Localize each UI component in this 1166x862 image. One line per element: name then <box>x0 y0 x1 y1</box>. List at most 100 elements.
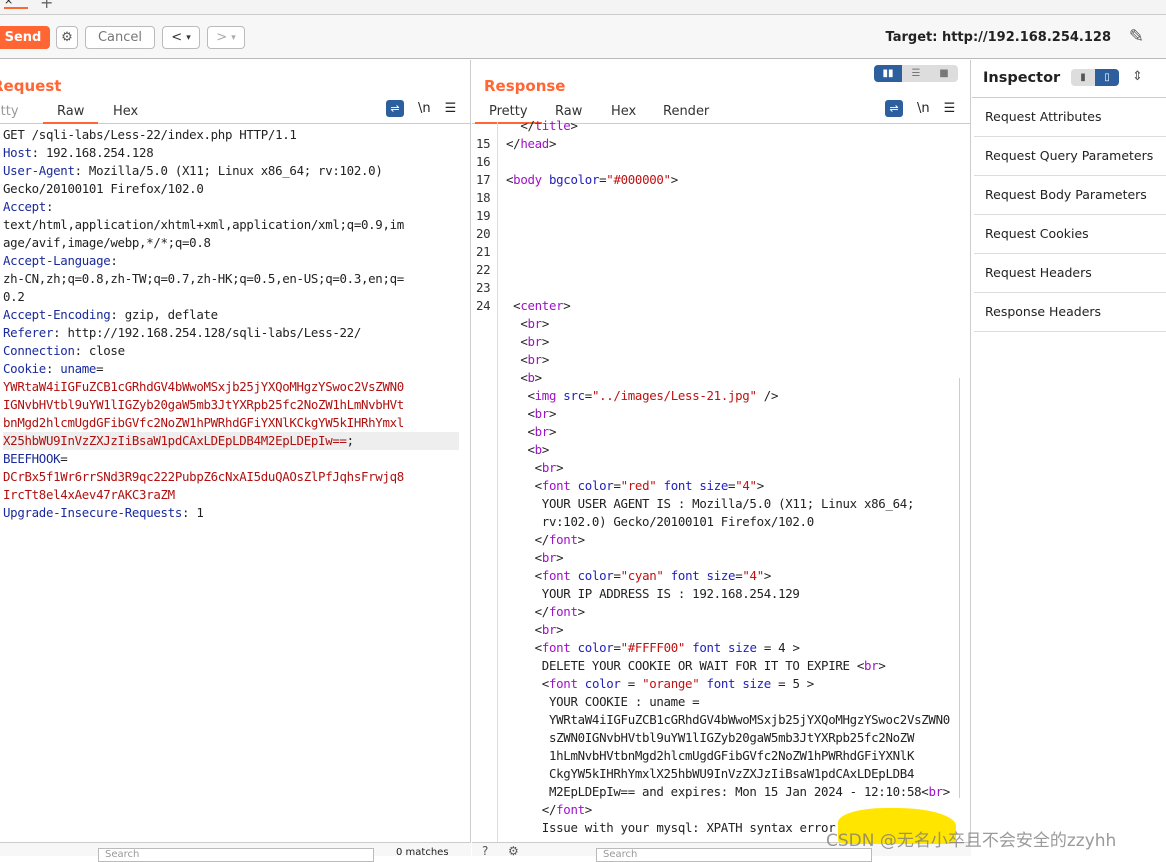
code-token: bgcolor <box>548 172 600 187</box>
scrollbar[interactable] <box>959 378 967 798</box>
code-token: font size <box>692 640 757 655</box>
dock-right-icon[interactable]: ▯ <box>1095 69 1119 86</box>
code-token: Upgrade-Insecure-Requests <box>3 505 182 520</box>
new-tab-button[interactable]: + <box>40 0 53 12</box>
forward-label: > <box>216 30 228 45</box>
code-token: br <box>527 334 542 349</box>
code-token: = <box>584 388 592 403</box>
response-panel: Response ▮▮ ☰ ■ Pretty Raw Hex Render ⇌ … <box>472 60 971 856</box>
wrap-lines-icon[interactable]: ⇌ <box>386 100 404 117</box>
chevron-down-icon[interactable]: ▾ <box>231 33 236 43</box>
chevron-down-icon[interactable]: ▾ <box>186 33 191 43</box>
code-token: < <box>506 352 528 367</box>
code-token: </ <box>506 604 550 619</box>
code-token: br <box>541 622 557 637</box>
code-token: color <box>577 478 614 493</box>
response-line: <font color = "orange" font size = 5 >​ <box>476 675 961 693</box>
code-token: Host <box>3 145 32 160</box>
newline-toggle[interactable]: \n <box>418 101 431 116</box>
code-token: br <box>534 406 550 421</box>
back-button[interactable]: < ▾ <box>162 26 200 49</box>
line-number: 21 <box>476 244 491 259</box>
cancel-button[interactable]: Cancel <box>85 26 155 49</box>
code-token: = <box>620 676 643 691</box>
code-token: : <box>110 253 118 268</box>
code-token: font <box>541 568 571 583</box>
response-line: <b>​ <box>476 441 961 459</box>
tab-bar: × + <box>0 0 1166 15</box>
code-token: < <box>506 478 542 493</box>
request-line: Cookie: uname=​ <box>3 360 459 378</box>
response-line: YOUR USER AGENT IS : Mozilla/5.0 (X11; L… <box>476 495 961 513</box>
inspector-item[interactable]: Request Headers <box>974 254 1166 293</box>
tab-raw[interactable]: Raw <box>43 104 99 124</box>
response-line: YOUR COOKIE : uname =​ <box>476 693 961 711</box>
code-token: < <box>506 568 542 583</box>
tab-pretty[interactable]: Pretty <box>0 104 19 119</box>
response-line: <font color="#FFFF00" font size = 4 >​ <box>476 639 961 657</box>
code-token: font <box>548 604 578 619</box>
request-line: 0.2​ <box>3 288 459 306</box>
inspector-item[interactable]: Request Body Parameters <box>974 176 1166 215</box>
wrap-lines-icon[interactable]: ⇌ <box>885 100 903 117</box>
request-editor[interactable]: GET /sqli-labs/Less-22/index.php HTTP/1.… <box>3 126 459 522</box>
response-line: 18​ <box>476 189 961 207</box>
forward-button[interactable]: > ▾ <box>207 26 245 49</box>
request-panel: Request Pretty Raw Hex ⇌ \n ☰ GET /sqli-… <box>0 60 471 856</box>
line-number: 18 <box>476 190 491 205</box>
single-pane-icon[interactable]: ■ <box>930 65 958 82</box>
code-token: = <box>613 568 621 583</box>
code-token: Cookie <box>3 361 46 376</box>
split-horizontal-icon[interactable]: ▮▮ <box>874 65 902 82</box>
code-token: </ <box>506 118 535 133</box>
code-token: center <box>520 298 564 313</box>
code-token: zh-CN,zh;q=0.8,zh-TW;q=0.7,zh-HK;q=0.5,e… <box>3 271 404 286</box>
code-token: = <box>613 478 621 493</box>
settings-gear-icon[interactable]: ⚙ <box>56 26 78 49</box>
request-line: IGNvbHVtbl9uYW1lIGZyb20gaW5mb3JtYXRpb25f… <box>3 396 459 414</box>
code-token: age/avif,image/webp,*/*;q=0.8 <box>3 235 211 250</box>
menu-icon[interactable]: ☰ <box>445 101 457 116</box>
code-token: : Mozilla/5.0 (X11; Linux x86_64; rv:102… <box>74 163 383 178</box>
inspector-item[interactable]: Request Query Parameters <box>974 137 1166 176</box>
edit-target-pencil-icon[interactable]: ✎ <box>1129 26 1144 47</box>
code-token: "red" <box>620 478 657 493</box>
code-token: b <box>534 442 542 457</box>
code-token: "4" <box>742 568 764 583</box>
code-token: IrcTt8el4xAev47rAKC3raZM <box>3 487 175 502</box>
line-number: 23 <box>476 280 491 295</box>
code-token: img <box>534 388 557 403</box>
response-line: <br>​ <box>476 405 961 423</box>
tab-hex[interactable]: Hex <box>113 104 138 119</box>
toolbar: Send ⚙ Cancel < ▾ > ▾ Target: http://192… <box>0 15 1166 59</box>
code-token: : <box>45 199 54 214</box>
code-token: < <box>506 550 542 565</box>
code-token: font <box>548 532 578 547</box>
close-tab-icon[interactable]: × <box>4 0 28 9</box>
code-token: uname <box>60 361 97 376</box>
response-line: <br>​ <box>476 351 961 369</box>
response-line: <br>​ <box>476 333 961 351</box>
code-token: ; <box>346 433 354 448</box>
response-line: 16​ <box>476 153 961 171</box>
send-button[interactable]: Send <box>0 26 50 49</box>
request-line: Host: 192.168.254.128​ <box>3 144 459 162</box>
search-input[interactable]: Search <box>98 848 374 862</box>
menu-icon[interactable]: ☰ <box>944 101 956 116</box>
code-token: < <box>506 424 535 439</box>
newline-toggle[interactable]: \n <box>917 101 930 116</box>
inspector-item[interactable]: Response Headers <box>974 293 1166 332</box>
collapse-icon[interactable]: ⇕ <box>1132 69 1143 84</box>
split-vertical-icon[interactable]: ☰ <box>902 65 930 82</box>
dock-left-icon[interactable]: ▮ <box>1071 69 1095 86</box>
line-number: 16 <box>476 154 491 169</box>
inspector-item[interactable]: Request Cookies <box>974 215 1166 254</box>
request-line: GET /sqli-labs/Less-22/index.php HTTP/1.… <box>3 126 459 144</box>
code-token: </ <box>506 136 521 151</box>
inspector-item[interactable]: Request Attributes <box>974 98 1166 137</box>
response-editor[interactable]: </title>​15</head>​16​17<body bgcolor="#… <box>476 117 961 837</box>
response-line: </title>​ <box>476 117 961 135</box>
